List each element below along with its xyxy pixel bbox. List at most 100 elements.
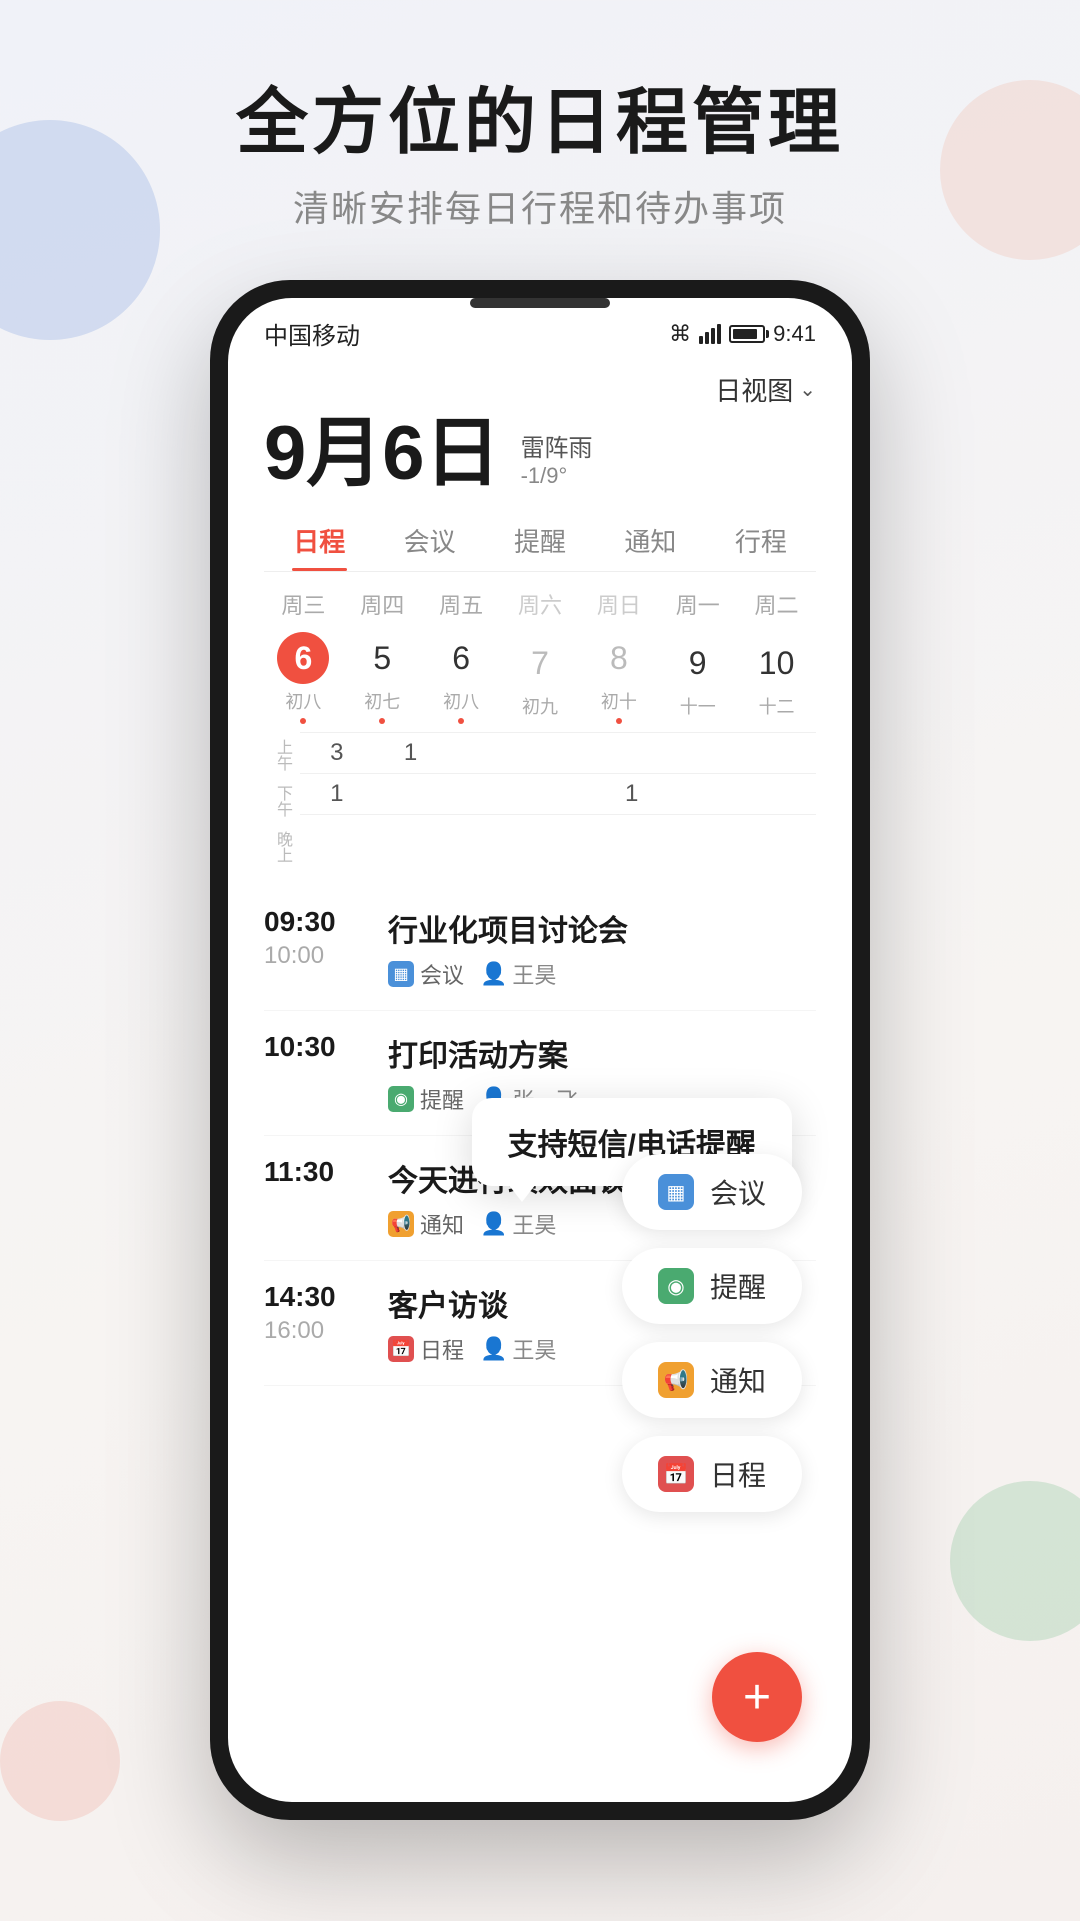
- app-content: 日视图 ⌄ 9月6日 雷阵雨 -1/9° 日程: [228, 361, 852, 878]
- afternoon-count-3: [447, 780, 521, 808]
- event-type-2: ◉ 提醒: [388, 1083, 464, 1115]
- morning-count-6: [669, 739, 743, 767]
- morning-count-7: [742, 739, 816, 767]
- day-6[interactable]: 6 初八: [264, 628, 343, 728]
- tab-schedule[interactable]: 日程: [264, 508, 374, 571]
- week-days-numbers: 6 初八 5 初七 6 初八: [264, 628, 816, 728]
- day-dot-6b: [458, 718, 464, 724]
- schedule-action-icon: 📅: [658, 1456, 694, 1492]
- schedule-type-label: 日程: [420, 1333, 464, 1365]
- event-attendee-4: 👤 王昊: [480, 1333, 556, 1365]
- event-time-col-3: 11:30: [264, 1156, 364, 1188]
- evening-count-row: [300, 814, 816, 827]
- afternoon-count-5: 1: [595, 780, 669, 808]
- fab-button[interactable]: +: [712, 1652, 802, 1742]
- meeting-type-label: 会议: [420, 958, 464, 990]
- day-10[interactable]: 10 十二: [737, 633, 816, 723]
- time-display: 9:41: [773, 321, 816, 347]
- afternoon-count-7: [742, 780, 816, 808]
- weather-temp: -1/9°: [521, 463, 593, 489]
- period-label-evening: 晚上: [264, 824, 300, 870]
- phone-outer: 中国移动 ⌘ 9:41: [210, 280, 870, 1820]
- morning-count-2: 1: [374, 739, 448, 767]
- action-btn-schedule[interactable]: 📅 日程: [622, 1436, 802, 1512]
- decoration-blob-green: [950, 1481, 1080, 1641]
- notice-type-icon: 📢: [388, 1211, 414, 1237]
- event-start-1: 09:30: [264, 906, 364, 938]
- event-end-4: 16:00: [264, 1317, 364, 1345]
- schedule-action-label: 日程: [710, 1454, 766, 1494]
- day-lunar-9: 十一: [680, 693, 716, 719]
- person-icon-4: 👤: [480, 1336, 507, 1362]
- day-7[interactable]: 7 初九: [501, 633, 580, 723]
- period-counts: 3 1 1: [300, 732, 816, 870]
- afternoon-count-6: [669, 780, 743, 808]
- morning-count-row: 3 1: [300, 732, 816, 773]
- event-type-4: 📅 日程: [388, 1333, 464, 1365]
- meeting-type-icon: ▦: [388, 961, 414, 987]
- event-start-4: 14:30: [264, 1281, 364, 1313]
- notice-action-label: 通知: [710, 1360, 766, 1400]
- period-label-afternoon: 下午: [264, 778, 300, 824]
- day-dot-5: [379, 718, 385, 724]
- day-5[interactable]: 5 初七: [343, 628, 422, 728]
- date-display: 9月6日: [264, 416, 501, 492]
- reminder-action-icon: ◉: [658, 1268, 694, 1304]
- person-icon-3: 👤: [480, 1211, 507, 1237]
- event-start-2: 10:30: [264, 1031, 364, 1063]
- meeting-action-label: 会议: [710, 1172, 766, 1212]
- view-button[interactable]: 日视图 ⌄: [715, 371, 816, 408]
- event-item-1[interactable]: 09:30 10:00 行业化项目讨论会 ▦ 会议 👤 王昊: [264, 886, 816, 1011]
- action-btn-notice[interactable]: 📢 通知: [622, 1342, 802, 1418]
- afternoon-count-row: 1 1: [300, 773, 816, 814]
- event-attendee-1: 👤 王昊: [480, 958, 556, 990]
- day-number-7: 7: [514, 637, 566, 689]
- morning-count-1: 3: [300, 739, 374, 767]
- weekday-wed: 周三: [264, 588, 343, 620]
- day-number-6b: 6: [435, 632, 487, 684]
- person-icon-1: 👤: [480, 961, 507, 987]
- tab-itinerary[interactable]: 行程: [706, 508, 816, 571]
- event-time-col-2: 10:30: [264, 1031, 364, 1063]
- action-btn-reminder[interactable]: ◉ 提醒: [622, 1248, 802, 1324]
- week-calendar: 周三 周四 周五 周六 周日 周一 周二 6 初八: [264, 572, 816, 878]
- day-lunar-5: 初七: [364, 688, 400, 714]
- day-number-6: 6: [277, 632, 329, 684]
- date-header: 9月6日 雷阵雨 -1/9°: [264, 416, 816, 492]
- day-lunar-8: 初十: [601, 688, 637, 714]
- app-title: 全方位的日程管理: [0, 80, 1080, 166]
- period-label-morning: 上午: [264, 732, 300, 778]
- notice-action-icon: 📢: [658, 1362, 694, 1398]
- day-number-10: 10: [751, 637, 803, 689]
- tab-bar: 日程 会议 提醒 通知 行程: [264, 508, 816, 572]
- date-day: 6日: [382, 411, 500, 496]
- event-attendee-3: 👤 王昊: [480, 1208, 556, 1240]
- tab-notice[interactable]: 通知: [595, 508, 705, 571]
- day-dot-6: [300, 718, 306, 724]
- notice-type-label: 通知: [420, 1208, 464, 1240]
- meeting-action-icon: ▦: [658, 1174, 694, 1210]
- tab-meeting[interactable]: 会议: [374, 508, 484, 571]
- morning-count-3: [447, 739, 521, 767]
- weekday-sat: 周六: [501, 588, 580, 620]
- day-number-9: 9: [672, 637, 724, 689]
- chevron-down-icon: ⌄: [799, 377, 816, 402]
- reminder-type-label: 提醒: [420, 1083, 464, 1115]
- period-labels-col: 上午 下午 晚上: [264, 732, 300, 870]
- action-btn-meeting[interactable]: ▦ 会议: [622, 1154, 802, 1230]
- weekday-fri: 周五: [422, 588, 501, 620]
- view-selector[interactable]: 日视图 ⌄: [264, 361, 816, 416]
- tab-reminder[interactable]: 提醒: [485, 508, 595, 571]
- action-buttons: ▦ 会议 ◉ 提醒 📢 通知 📅 日程: [622, 1154, 802, 1512]
- day-6b[interactable]: 6 初八: [422, 628, 501, 728]
- weather-info: 雷阵雨 -1/9°: [521, 428, 593, 489]
- weekday-sun: 周日: [579, 588, 658, 620]
- day-lunar-6b: 初八: [443, 688, 479, 714]
- day-dot-8: [616, 718, 622, 724]
- reminder-type-icon: ◉: [388, 1086, 414, 1112]
- day-8[interactable]: 8 初十: [579, 628, 658, 728]
- event-title-2: 打印活动方案: [388, 1031, 816, 1075]
- afternoon-count-1: 1: [300, 780, 374, 808]
- day-9[interactable]: 9 十一: [658, 633, 737, 723]
- schedule-type-icon: 📅: [388, 1336, 414, 1362]
